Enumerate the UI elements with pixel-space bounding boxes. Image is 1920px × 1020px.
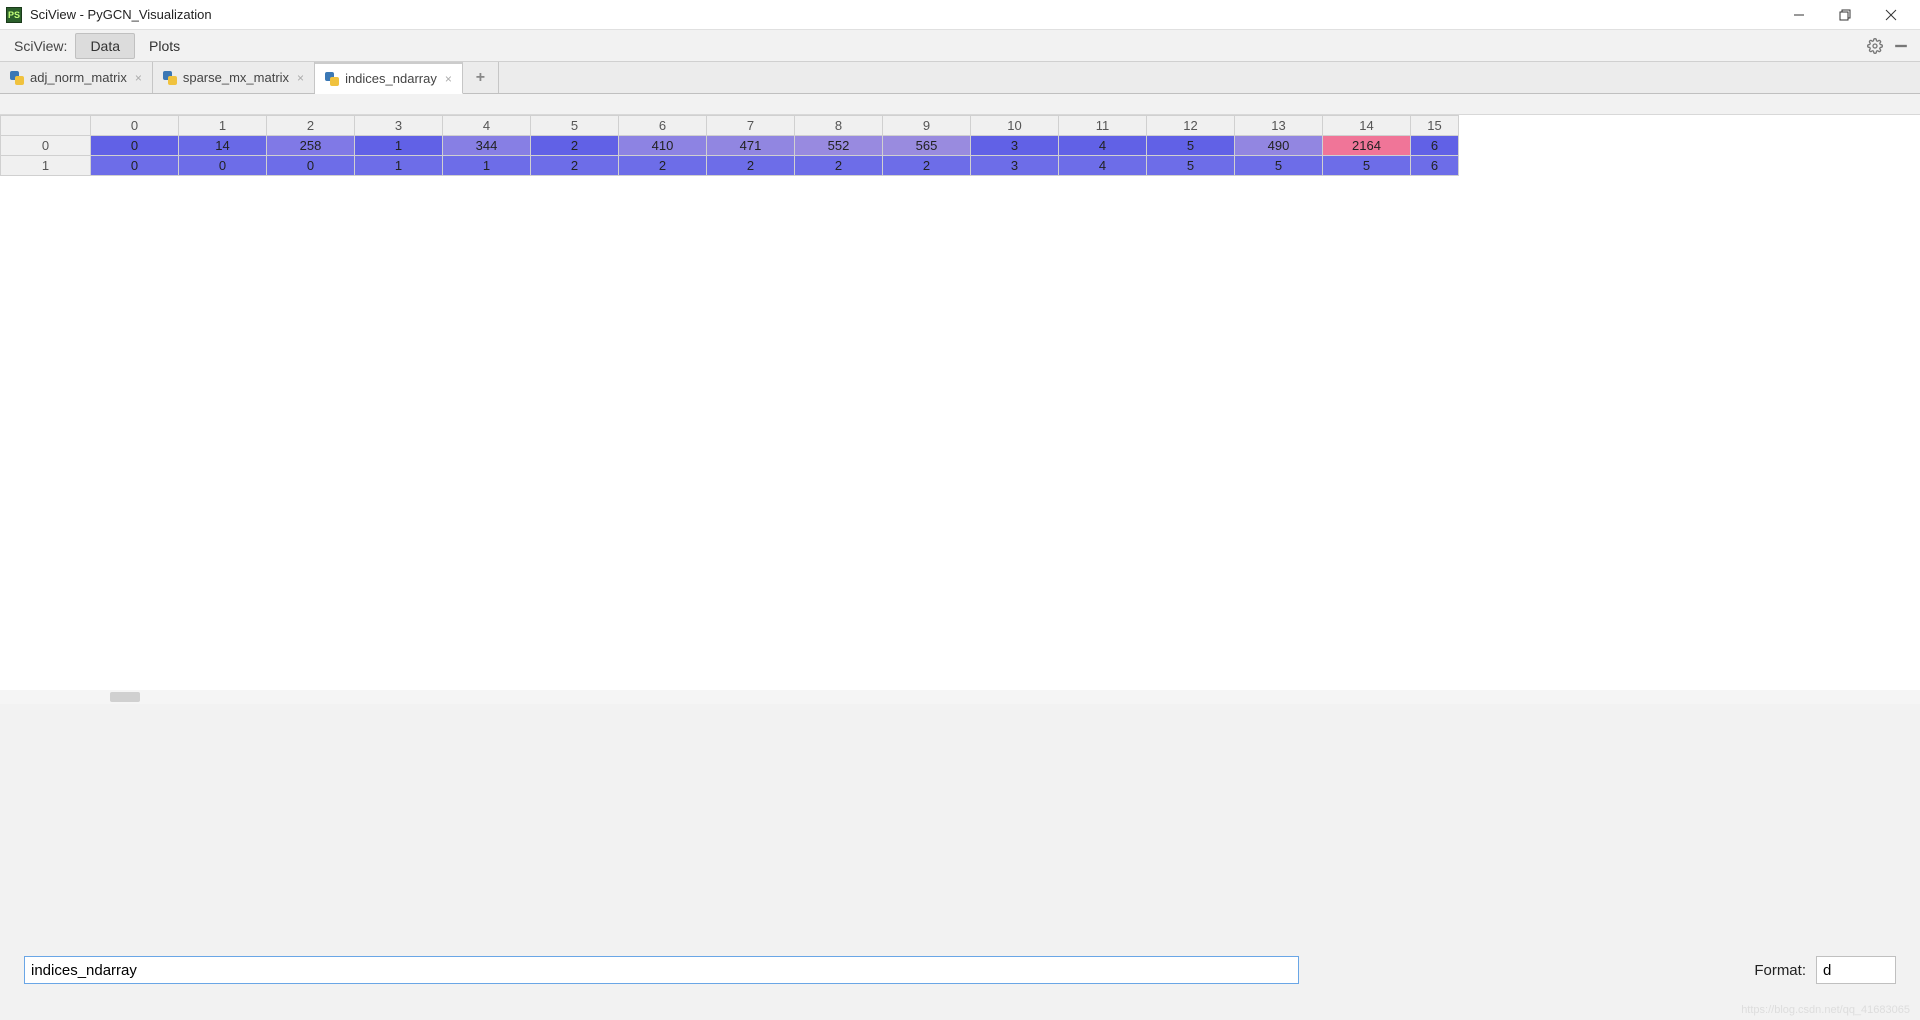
data-cell[interactable]: 0 — [179, 156, 267, 176]
data-cell[interactable]: 2 — [531, 136, 619, 156]
close-button[interactable] — [1868, 0, 1914, 30]
data-cell[interactable]: 0 — [91, 136, 179, 156]
data-cell[interactable]: 2164 — [1323, 136, 1411, 156]
column-header[interactable]: 1 — [179, 116, 267, 136]
data-cell[interactable]: 14 — [179, 136, 267, 156]
data-cell[interactable]: 4 — [1059, 156, 1147, 176]
menubar: SciView: Data Plots — [0, 30, 1920, 62]
data-cell[interactable]: 490 — [1235, 136, 1323, 156]
data-cell[interactable]: 1 — [355, 156, 443, 176]
data-cell[interactable]: 0 — [91, 156, 179, 176]
column-header[interactable]: 13 — [1235, 116, 1323, 136]
sciview-label: SciView: — [6, 38, 75, 54]
data-cell[interactable]: 552 — [795, 136, 883, 156]
data-cell[interactable]: 2 — [619, 156, 707, 176]
data-cell[interactable]: 258 — [267, 136, 355, 156]
titlebar: PS SciView - PyGCN_Visualization — [0, 0, 1920, 30]
data-cell[interactable]: 471 — [707, 136, 795, 156]
format-label: Format: — [1754, 962, 1806, 979]
minimize-button[interactable] — [1776, 0, 1822, 30]
hide-icon[interactable] — [1892, 37, 1910, 55]
watermark: https://blog.csdn.net/qq_41683065 — [1741, 1004, 1910, 1016]
column-header[interactable]: 10 — [971, 116, 1059, 136]
window-controls — [1776, 0, 1914, 30]
restore-button[interactable] — [1822, 0, 1868, 30]
data-cell[interactable]: 1 — [355, 136, 443, 156]
data-cell[interactable]: 1 — [443, 156, 531, 176]
new-tab-button[interactable]: + — [463, 62, 499, 93]
tab-adj-norm-matrix[interactable]: adj_norm_matrix × — [0, 62, 153, 93]
menu-plots[interactable]: Plots — [135, 34, 194, 58]
column-header[interactable]: 9 — [883, 116, 971, 136]
python-icon — [163, 71, 177, 85]
scrollbar-thumb[interactable] — [110, 692, 140, 702]
data-cell[interactable]: 5 — [1147, 156, 1235, 176]
column-header[interactable]: 7 — [707, 116, 795, 136]
data-cell[interactable]: 6 — [1411, 156, 1459, 176]
tab-label: sparse_mx_matrix — [183, 70, 289, 85]
data-cell[interactable]: 3 — [971, 156, 1059, 176]
close-icon[interactable]: × — [135, 71, 142, 85]
data-cell[interactable]: 5 — [1323, 156, 1411, 176]
column-header[interactable]: 6 — [619, 116, 707, 136]
data-cell[interactable]: 4 — [1059, 136, 1147, 156]
data-cell[interactable]: 565 — [883, 136, 971, 156]
data-cell[interactable]: 2 — [883, 156, 971, 176]
data-grid-area: 0123456789101112131415001425813442410471… — [0, 114, 1920, 704]
column-header[interactable]: 14 — [1323, 116, 1411, 136]
close-icon[interactable]: × — [445, 72, 452, 86]
window-title: SciView - PyGCN_Visualization — [30, 7, 212, 22]
column-header[interactable]: 4 — [443, 116, 531, 136]
python-icon — [10, 71, 24, 85]
gear-icon[interactable] — [1866, 37, 1884, 55]
format-input[interactable] — [1816, 956, 1896, 984]
data-cell[interactable]: 5 — [1235, 156, 1323, 176]
row-header[interactable]: 0 — [1, 136, 91, 156]
variable-name-input[interactable] — [24, 956, 1299, 984]
corner-header — [1, 116, 91, 136]
tabbar: adj_norm_matrix × sparse_mx_matrix × ind… — [0, 62, 1920, 94]
data-cell[interactable]: 2 — [795, 156, 883, 176]
tab-indices-ndarray[interactable]: indices_ndarray × — [315, 62, 463, 94]
close-icon[interactable]: × — [297, 71, 304, 85]
app-icon: PS — [6, 7, 22, 23]
data-cell[interactable]: 410 — [619, 136, 707, 156]
data-cell[interactable]: 0 — [267, 156, 355, 176]
tab-label: adj_norm_matrix — [30, 70, 127, 85]
column-header[interactable]: 3 — [355, 116, 443, 136]
horizontal-scrollbar[interactable] — [0, 690, 1920, 704]
data-cell[interactable]: 5 — [1147, 136, 1235, 156]
column-header[interactable]: 8 — [795, 116, 883, 136]
data-cell[interactable]: 3 — [971, 136, 1059, 156]
tab-label: indices_ndarray — [345, 71, 437, 86]
data-cell[interactable]: 344 — [443, 136, 531, 156]
column-header[interactable]: 12 — [1147, 116, 1235, 136]
row-header[interactable]: 1 — [1, 156, 91, 176]
column-header[interactable]: 2 — [267, 116, 355, 136]
tab-sparse-mx-matrix[interactable]: sparse_mx_matrix × — [153, 62, 315, 93]
data-cell[interactable]: 2 — [531, 156, 619, 176]
column-header[interactable]: 5 — [531, 116, 619, 136]
column-header[interactable]: 0 — [91, 116, 179, 136]
data-grid[interactable]: 0123456789101112131415001425813442410471… — [0, 115, 1459, 176]
column-header[interactable]: 15 — [1411, 116, 1459, 136]
bottom-controls: Format: — [0, 946, 1920, 994]
column-header[interactable]: 11 — [1059, 116, 1147, 136]
python-icon — [325, 72, 339, 86]
data-cell[interactable]: 2 — [707, 156, 795, 176]
data-cell[interactable]: 6 — [1411, 136, 1459, 156]
menu-data[interactable]: Data — [75, 33, 135, 59]
